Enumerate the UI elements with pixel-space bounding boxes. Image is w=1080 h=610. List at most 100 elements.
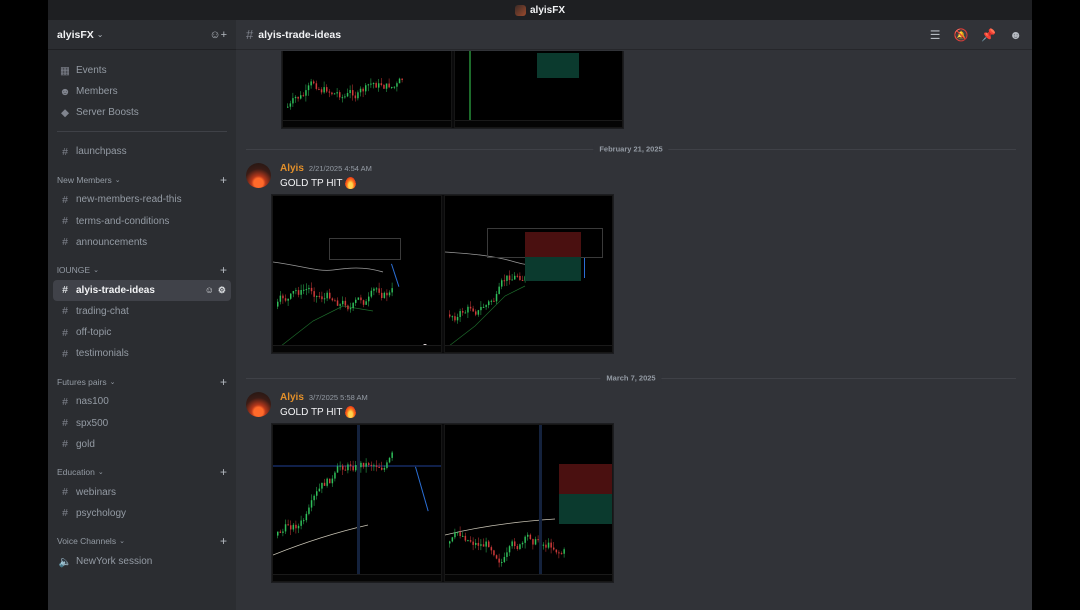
candle-body bbox=[360, 462, 362, 468]
add-channel-icon[interactable]: + bbox=[220, 534, 227, 548]
candle-body bbox=[344, 469, 347, 471]
candle-body bbox=[329, 478, 331, 484]
message-attachment-image[interactable] bbox=[271, 423, 614, 583]
candle-body bbox=[334, 300, 336, 302]
candle-body bbox=[362, 300, 365, 305]
channel-label: testimonials bbox=[76, 348, 129, 360]
channel-launchpass[interactable]: # launchpass bbox=[53, 141, 231, 162]
sidebar-item-events[interactable]: ▦ Events bbox=[53, 60, 231, 81]
candle-body bbox=[484, 541, 487, 547]
candle-body bbox=[323, 482, 326, 486]
candle-body bbox=[456, 532, 458, 534]
channel-label: off-topic bbox=[76, 327, 112, 339]
channel-spx500[interactable]: # spx500 bbox=[53, 413, 231, 434]
channel-label: alyis-trade-ideas bbox=[76, 284, 155, 296]
sidebar-item-members[interactable]: ☻ Members bbox=[53, 81, 231, 102]
member-list-icon[interactable]: ☻ bbox=[1009, 28, 1022, 42]
candle-body bbox=[497, 558, 500, 563]
channel-label: psychology bbox=[76, 507, 127, 519]
candle-body bbox=[492, 300, 495, 302]
candle-body bbox=[365, 301, 367, 305]
notifications-muted-icon[interactable]: 🔕 bbox=[953, 28, 968, 42]
invite-members-icon[interactable]: ☺+ bbox=[209, 29, 227, 41]
candle-body bbox=[344, 96, 346, 98]
channel-alyis-trade-ideas[interactable]: # alyis-trade-ideas ☺ ⚙ bbox=[53, 279, 231, 301]
candle-body bbox=[513, 541, 515, 547]
add-channel-icon[interactable]: + bbox=[220, 465, 227, 479]
candle-body bbox=[513, 275, 515, 280]
candle-body bbox=[479, 544, 482, 546]
candle-body bbox=[297, 96, 299, 99]
threads-icon[interactable]: ☰ bbox=[930, 28, 941, 42]
candle-body bbox=[352, 466, 354, 471]
avatar[interactable] bbox=[246, 163, 271, 188]
channel-label: new-members-read-this bbox=[76, 194, 182, 206]
pin-icon[interactable]: 📌 bbox=[981, 28, 996, 42]
candle-body bbox=[328, 91, 331, 93]
candle-body bbox=[471, 308, 474, 312]
voice-channel-newyork-session[interactable]: 🔈 NewYork session bbox=[53, 551, 231, 572]
time-axis bbox=[444, 574, 612, 581]
hashtag-icon: # bbox=[62, 486, 68, 499]
add-channel-icon[interactable]: + bbox=[220, 173, 227, 187]
channel-announcements[interactable]: # announcements bbox=[53, 232, 231, 253]
message-attachment-image[interactable] bbox=[281, 51, 624, 129]
candle-body bbox=[453, 316, 456, 321]
candle-body bbox=[505, 552, 508, 557]
date-divider-label: March 7, 2025 bbox=[600, 373, 662, 383]
hashtag-icon: # bbox=[62, 347, 68, 360]
channel-new-members-read-this[interactable]: # new-members-read-this bbox=[53, 189, 231, 210]
channel-off-topic[interactable]: # off-topic bbox=[53, 322, 231, 343]
candle-body bbox=[531, 539, 534, 545]
category-lounge[interactable]: lOUNGE ⌄ + bbox=[53, 261, 231, 280]
candle-body bbox=[375, 288, 378, 290]
candle-body bbox=[487, 541, 489, 548]
candle-body bbox=[370, 83, 372, 85]
channel-testimonials[interactable]: # testimonials bbox=[53, 343, 231, 364]
candle-body bbox=[391, 288, 393, 293]
candle-body bbox=[378, 466, 380, 468]
candle-body bbox=[347, 305, 349, 310]
candle-body bbox=[342, 300, 344, 305]
message-author[interactable]: Alyis bbox=[280, 392, 304, 403]
candle-body bbox=[295, 524, 297, 529]
candle-body bbox=[505, 275, 508, 281]
candle-body bbox=[318, 295, 321, 297]
candle-body bbox=[359, 88, 362, 93]
candle-body bbox=[458, 532, 461, 537]
server-header[interactable]: alyisFX ⌄ ☺+ bbox=[48, 20, 236, 50]
avatar[interactable] bbox=[246, 392, 271, 417]
message-feed[interactable]: February 21, 2025 Alyis 2/21/2025 4:54 A… bbox=[236, 51, 1032, 610]
category-education[interactable]: Education ⌄ + bbox=[53, 463, 231, 482]
candle-body bbox=[336, 300, 339, 306]
channel-psychology[interactable]: # psychology bbox=[53, 503, 231, 524]
message-text: GOLD TP HIT bbox=[280, 177, 343, 189]
candle-body bbox=[365, 85, 367, 92]
candle-body bbox=[277, 531, 279, 536]
message-timestamp: 3/7/2025 5:58 AM bbox=[308, 393, 368, 402]
candle-body bbox=[308, 287, 310, 290]
gear-icon[interactable]: ⚙ bbox=[218, 285, 226, 296]
add-channel-icon[interactable]: + bbox=[220, 263, 227, 277]
hashtag-icon: # bbox=[62, 236, 68, 249]
channel-terms-and-conditions[interactable]: # terms-and-conditions bbox=[53, 211, 231, 232]
channel-label: spx500 bbox=[76, 417, 109, 429]
category-voice-channels[interactable]: Voice Channels ⌄ + bbox=[53, 532, 231, 551]
candle-body bbox=[372, 83, 375, 85]
channel-webinars[interactable]: # webinars bbox=[53, 482, 231, 503]
date-divider: March 7, 2025 bbox=[246, 373, 1016, 383]
channel-gold[interactable]: # gold bbox=[53, 434, 231, 455]
channel-trading-chat[interactable]: # trading-chat bbox=[53, 301, 231, 322]
candle-body bbox=[370, 464, 373, 466]
candle-body bbox=[490, 547, 492, 551]
message-author[interactable]: Alyis bbox=[280, 163, 304, 174]
create-invite-icon[interactable]: ☺ bbox=[205, 285, 214, 296]
category-new-members[interactable]: New Members ⌄ + bbox=[53, 170, 231, 189]
candle-body bbox=[336, 466, 339, 473]
candle-body bbox=[542, 544, 544, 546]
channel-nas100[interactable]: # nas100 bbox=[53, 391, 231, 412]
category-futures-pairs[interactable]: Futures pairs ⌄ + bbox=[53, 372, 231, 391]
add-channel-icon[interactable]: + bbox=[220, 375, 227, 389]
message-attachment-image[interactable] bbox=[271, 194, 614, 354]
sidebar-item-server-boosts[interactable]: ◆ Server Boosts bbox=[53, 102, 231, 123]
